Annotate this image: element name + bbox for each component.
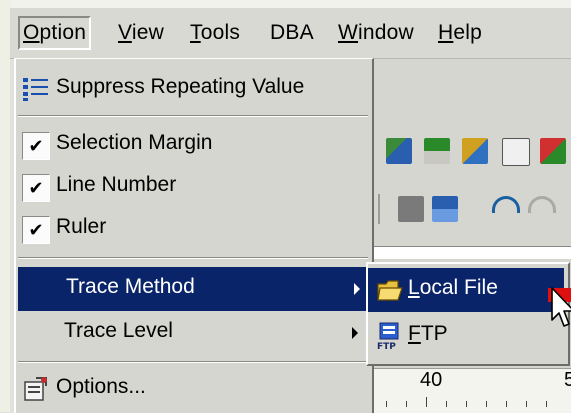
- undo-icon[interactable]: [492, 196, 520, 213]
- ruler-tick: [506, 401, 507, 407]
- menu-help-rest: elp: [453, 21, 482, 44]
- toolbar-separator: [378, 194, 380, 224]
- query-icon[interactable]: [424, 138, 450, 164]
- export-icon[interactable]: [540, 138, 566, 164]
- options-icon: [24, 377, 47, 401]
- option-menu: Suppress Repeating Value ✔ Selection Mar…: [14, 58, 374, 413]
- ruler-tick: [446, 401, 447, 407]
- menu-help[interactable]: Help: [434, 18, 486, 48]
- ruler-tick: [546, 401, 547, 407]
- menu-bar: Option View Tools DBA Window Help: [10, 8, 571, 59]
- ruler-bar: 40 5: [372, 368, 571, 413]
- mouse-cursor-icon: [551, 287, 571, 327]
- ftp-icon: FTP: [377, 322, 399, 350]
- ruler-tick: [406, 401, 407, 407]
- menu-item-label: Trace Method: [66, 275, 195, 298]
- toolbar-row-1: [372, 128, 571, 172]
- menu-view-rest: iew: [131, 21, 164, 44]
- open-folder-icon: [377, 280, 403, 301]
- ftp-icon-text: FTP: [377, 342, 396, 350]
- menu-help-mnemonic: H: [438, 21, 454, 44]
- ruler-tick: [466, 401, 467, 407]
- menu-option-rest: ption: [39, 21, 87, 44]
- menu-item-options[interactable]: Options...: [16, 367, 372, 411]
- menu-item-label: Selection Margin: [56, 131, 213, 154]
- menu-option[interactable]: Option: [18, 16, 92, 50]
- ruler-tick: [386, 401, 387, 407]
- menu-dba-label: DBA: [270, 21, 314, 44]
- explain-icon[interactable]: [462, 138, 488, 164]
- toolbar-row-2: [372, 186, 571, 230]
- menu-tools[interactable]: Tools: [186, 18, 244, 48]
- ruler-tick: [526, 401, 527, 407]
- save-icon[interactable]: [398, 196, 424, 222]
- menu-item-label: Ruler: [56, 215, 107, 238]
- submenu-item-local-file[interactable]: Local File: [368, 268, 564, 312]
- menu-item-line-number[interactable]: ✔ Line Number: [16, 165, 372, 209]
- submenu-item-mnemonic: L: [408, 276, 420, 299]
- sql-run-icon[interactable]: [386, 138, 412, 164]
- ruler-mark-5: 5: [564, 369, 571, 391]
- menu-item-label: Trace Level: [64, 319, 173, 342]
- submenu-item-label: Local File: [408, 276, 498, 300]
- submenu-arrow-icon: [352, 327, 358, 339]
- check-icon: ✔: [22, 174, 50, 202]
- menu-separator: [18, 257, 368, 259]
- submenu-arrow-icon: [354, 283, 360, 295]
- list-icon: [23, 78, 48, 101]
- abc-icon[interactable]: [432, 196, 458, 222]
- ruler-tick: [426, 397, 427, 407]
- menu-separator: [18, 361, 368, 363]
- menu-item-trace-level[interactable]: Trace Level: [16, 311, 372, 355]
- menu-item-label: Line Number: [56, 173, 177, 196]
- check-icon: ✔: [22, 132, 50, 160]
- redo-icon[interactable]: [528, 196, 556, 213]
- submenu-item-rest: ocal File: [419, 276, 498, 299]
- submenu-item-ftp[interactable]: FTP FTP: [368, 314, 564, 358]
- window-top-edge: [0, 0, 571, 8]
- menu-window-rest: indow: [358, 21, 414, 44]
- menu-item-trace-method[interactable]: Trace Method: [18, 267, 368, 311]
- menu-window-mnemonic: W: [338, 21, 359, 44]
- menu-separator: [18, 115, 368, 117]
- edit-icon[interactable]: [502, 138, 530, 166]
- window-left-edge: [0, 0, 10, 412]
- menu-item-label: Suppress Repeating Value: [56, 75, 305, 98]
- ruler-tick: [486, 401, 487, 407]
- submenu-item-label: FTP: [408, 322, 448, 346]
- menu-item-label: Options...: [56, 375, 146, 398]
- menu-item-selection-margin[interactable]: ✔ Selection Margin: [16, 123, 372, 167]
- menu-view-mnemonic: V: [118, 21, 132, 44]
- menu-view[interactable]: View: [114, 18, 168, 48]
- menu-dba[interactable]: DBA: [266, 18, 318, 48]
- menu-tools-mnemonic: T: [190, 21, 201, 44]
- menu-tools-rest: ools: [200, 21, 241, 44]
- menu-window[interactable]: Window: [334, 18, 418, 48]
- menu-option-mnemonic: O: [23, 21, 40, 44]
- combo-box-edge: [372, 246, 571, 259]
- menu-item-suppress-repeating-value[interactable]: Suppress Repeating Value: [16, 67, 372, 111]
- check-icon: ✔: [22, 216, 50, 244]
- trace-method-submenu: Local File FTP FTP: [366, 262, 570, 366]
- ruler-mark-40: 40: [420, 369, 443, 391]
- menu-item-ruler[interactable]: ✔ Ruler: [16, 207, 372, 251]
- submenu-item-mnemonic: F: [408, 322, 421, 345]
- submenu-item-rest: TP: [420, 322, 448, 345]
